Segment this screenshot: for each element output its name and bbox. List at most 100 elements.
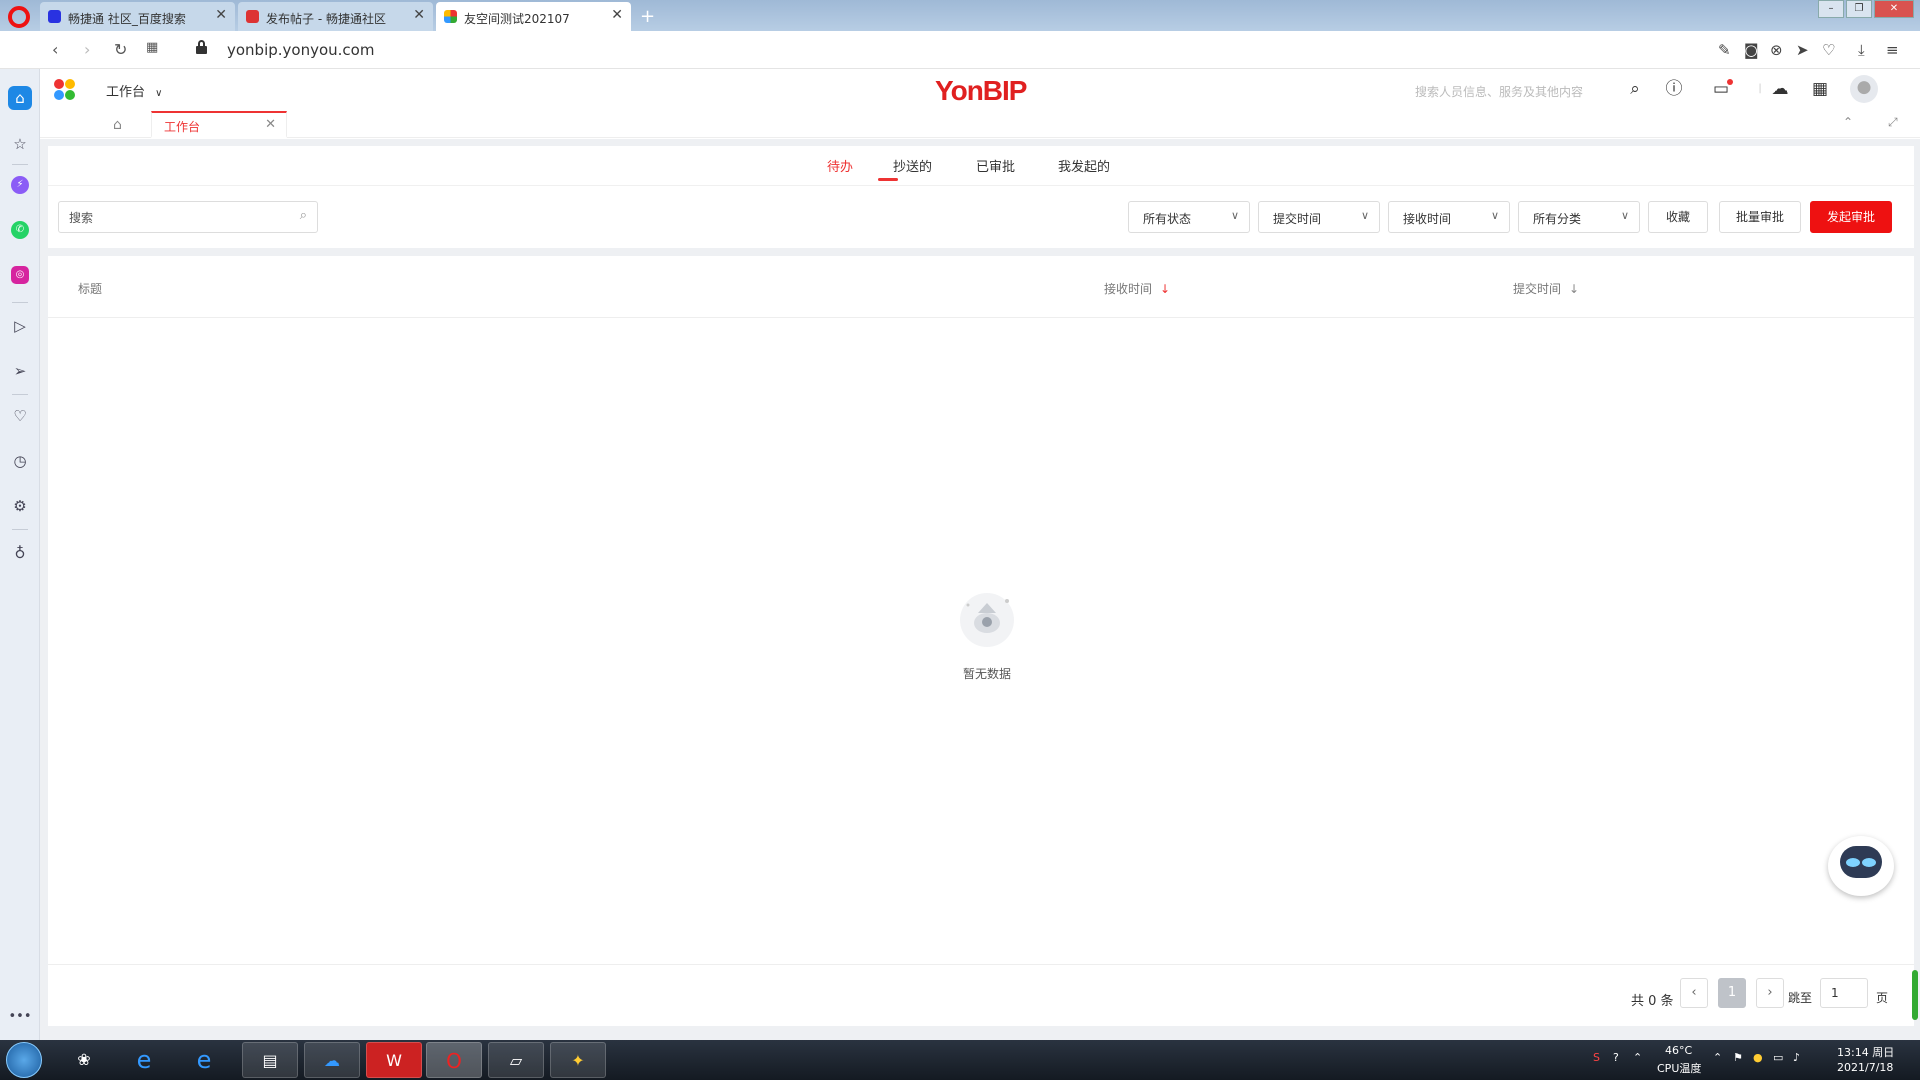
back-icon[interactable]: ‹ bbox=[52, 40, 58, 59]
start-approval-button[interactable]: 发起审批 bbox=[1810, 201, 1892, 233]
tab-workspace[interactable]: 工作台 ✕ bbox=[151, 111, 287, 138]
ie-icon[interactable]: e bbox=[176, 1042, 232, 1078]
clock-time[interactable]: 13:14 周日 bbox=[1837, 1044, 1894, 1060]
opera-icon[interactable]: O bbox=[426, 1042, 482, 1078]
clock-date[interactable]: 2021/7/18 bbox=[1837, 1061, 1893, 1074]
show-hidden-icon[interactable]: ⌃ bbox=[1713, 1051, 1722, 1064]
network-icon[interactable]: ▭ bbox=[1773, 1051, 1783, 1064]
url-field[interactable]: yonbip.yonyou.com bbox=[227, 41, 374, 59]
ie-icon[interactable]: e bbox=[116, 1042, 172, 1078]
avatar[interactable]: ● bbox=[1850, 75, 1878, 103]
tab-approved[interactable]: 已审批 bbox=[976, 156, 1015, 175]
more-icon[interactable]: ••• bbox=[8, 1005, 32, 1029]
pagination: 共 0 条 ‹ 1 › 跳至 1 页 bbox=[48, 964, 1914, 1026]
volume-icon[interactable]: ♪ bbox=[1793, 1051, 1800, 1064]
start-button[interactable] bbox=[6, 1042, 42, 1078]
batch-approve-button[interactable]: 批量审批 bbox=[1719, 201, 1801, 233]
messenger-icon[interactable]: ⚡ bbox=[11, 176, 29, 194]
adblock-icon[interactable]: ⊗ bbox=[1770, 41, 1783, 59]
tray-arrow-icon[interactable]: ⌃ bbox=[1633, 1051, 1642, 1064]
new-tab-icon[interactable]: + bbox=[640, 6, 655, 27]
browser-tab-yonbip[interactable]: 友空间测试202107 ✕ bbox=[436, 2, 631, 31]
approval-search-input[interactable]: 搜索 ⌕ bbox=[58, 201, 318, 233]
home-icon[interactable]: ⌂ bbox=[8, 86, 32, 110]
collapse-icon[interactable]: ⌃ bbox=[1843, 115, 1853, 129]
workspace-switcher[interactable]: 工作台 ∨ bbox=[106, 81, 162, 100]
empty-state-text: 暂无数据 bbox=[962, 667, 1011, 681]
game-icon[interactable]: ✦ bbox=[550, 1042, 606, 1078]
tips-icon[interactable]: ♁ bbox=[8, 541, 32, 565]
page-number[interactable]: 1 bbox=[1718, 978, 1746, 1008]
sort-arrow-icon[interactable]: ↓ bbox=[1569, 282, 1579, 296]
tabs-grid-icon[interactable]: ▦ bbox=[146, 40, 158, 55]
close-icon[interactable]: ✕ bbox=[413, 7, 425, 23]
bookmarks-icon[interactable]: ☆ bbox=[8, 132, 32, 156]
close-icon[interactable]: ✕ bbox=[215, 7, 227, 23]
next-page-button[interactable]: › bbox=[1756, 978, 1784, 1008]
category-filter[interactable]: 所有分类 ∨ bbox=[1518, 201, 1640, 233]
close-icon[interactable]: ✕ bbox=[265, 117, 276, 132]
tray-app-icon[interactable]: ● bbox=[1753, 1051, 1763, 1064]
fullscreen-icon[interactable]: ⤢ bbox=[1888, 115, 1898, 130]
baidu-netdisk-icon[interactable]: ☁ bbox=[304, 1042, 360, 1078]
player-icon[interactable]: ▷ bbox=[8, 314, 32, 338]
whatsapp-icon[interactable]: ✆ bbox=[11, 221, 29, 239]
explorer-icon[interactable]: ▤ bbox=[242, 1042, 298, 1078]
forward-icon[interactable]: › bbox=[84, 40, 90, 59]
service-icon[interactable]: ☁ bbox=[1768, 77, 1792, 101]
active-tab-indicator bbox=[878, 178, 898, 181]
flag-icon[interactable]: ⚑ bbox=[1733, 1051, 1743, 1064]
chevron-down-icon: ∨ bbox=[1490, 209, 1499, 222]
instagram-icon[interactable]: ◎ bbox=[11, 266, 29, 284]
home-tab-icon[interactable]: ⌂ bbox=[113, 117, 122, 133]
address-bar: ‹ › ↻ ▦ yonbip.yonyou.com ✎ ◙ ⊗ ➤ ♡ ⤓ ≡ bbox=[0, 31, 1920, 69]
send-icon[interactable]: ➤ bbox=[1796, 41, 1809, 59]
favorite-button[interactable]: 收藏 bbox=[1648, 201, 1708, 233]
tab-initiated[interactable]: 我发起的 bbox=[1058, 156, 1110, 175]
minimize-icon[interactable]: – bbox=[1818, 0, 1844, 18]
browser-tab-post[interactable]: 发布帖子 - 畅捷通社区 ✕ bbox=[238, 2, 433, 31]
help-icon[interactable]: ? bbox=[1613, 1051, 1619, 1064]
camera-icon[interactable]: ◙ bbox=[1744, 41, 1759, 59]
opera-logo-icon[interactable] bbox=[8, 6, 30, 28]
heart-icon[interactable]: ♡ bbox=[1822, 41, 1835, 59]
browser-tab-baidu[interactable]: 畅捷通 社区_百度搜索 ✕ bbox=[40, 2, 235, 31]
tab-pending[interactable]: 待办 bbox=[827, 156, 853, 175]
history-icon[interactable]: ◷ bbox=[8, 449, 32, 473]
column-submitted[interactable]: 提交时间 ↓ bbox=[1513, 280, 1579, 297]
restore-icon[interactable]: ❐ bbox=[1846, 0, 1872, 18]
ime-icon[interactable]: S bbox=[1593, 1051, 1600, 1064]
receive-time-filter[interactable]: 接收时间 ∨ bbox=[1388, 201, 1510, 233]
reload-icon[interactable]: ↻ bbox=[114, 40, 127, 59]
search-icon[interactable]: ⌕ bbox=[1623, 77, 1647, 101]
help-icon[interactable]: ⓘ bbox=[1662, 77, 1686, 101]
lock-icon[interactable] bbox=[196, 40, 207, 54]
jump-input[interactable]: 1 bbox=[1820, 978, 1868, 1008]
edit-icon[interactable]: ✎ bbox=[1718, 41, 1731, 59]
favorites-icon[interactable]: ♡ bbox=[8, 404, 32, 428]
column-received[interactable]: 接收时间 ↓ bbox=[1104, 280, 1170, 297]
menu-icon[interactable]: ≡ bbox=[1886, 41, 1899, 59]
calendar-icon[interactable]: ▦ bbox=[1808, 77, 1832, 101]
app-logo-icon[interactable] bbox=[54, 79, 76, 101]
app-icon[interactable]: ❀ bbox=[56, 1042, 112, 1078]
close-window-icon[interactable]: ✕ bbox=[1874, 0, 1914, 18]
sort-arrow-icon[interactable]: ↓ bbox=[1160, 282, 1170, 296]
status-filter[interactable]: 所有状态 ∨ bbox=[1128, 201, 1250, 233]
global-search-input[interactable]: 搜索人员信息、服务及其他内容 bbox=[1405, 78, 1635, 103]
download-icon[interactable]: ⤓ bbox=[1858, 41, 1865, 59]
wps-icon[interactable]: W bbox=[366, 1042, 422, 1078]
settings-icon[interactable]: ⚙ bbox=[8, 494, 32, 518]
tab-cc[interactable]: 抄送的 bbox=[893, 156, 932, 175]
divider bbox=[12, 302, 28, 303]
assistant-robot-icon[interactable] bbox=[1828, 836, 1894, 896]
scrollbar[interactable] bbox=[1912, 970, 1918, 1020]
cpu-label: CPU温度 bbox=[1657, 1062, 1702, 1075]
close-icon[interactable]: ✕ bbox=[611, 7, 623, 23]
prev-page-button[interactable]: ‹ bbox=[1680, 978, 1708, 1008]
flow-icon[interactable]: ➢ bbox=[8, 359, 32, 383]
submit-time-filter[interactable]: 提交时间 ∨ bbox=[1258, 201, 1380, 233]
note-icon[interactable]: ▱ bbox=[488, 1042, 544, 1078]
chevron-down-icon: ∨ bbox=[155, 88, 163, 99]
message-icon[interactable]: ▭ bbox=[1709, 77, 1733, 101]
